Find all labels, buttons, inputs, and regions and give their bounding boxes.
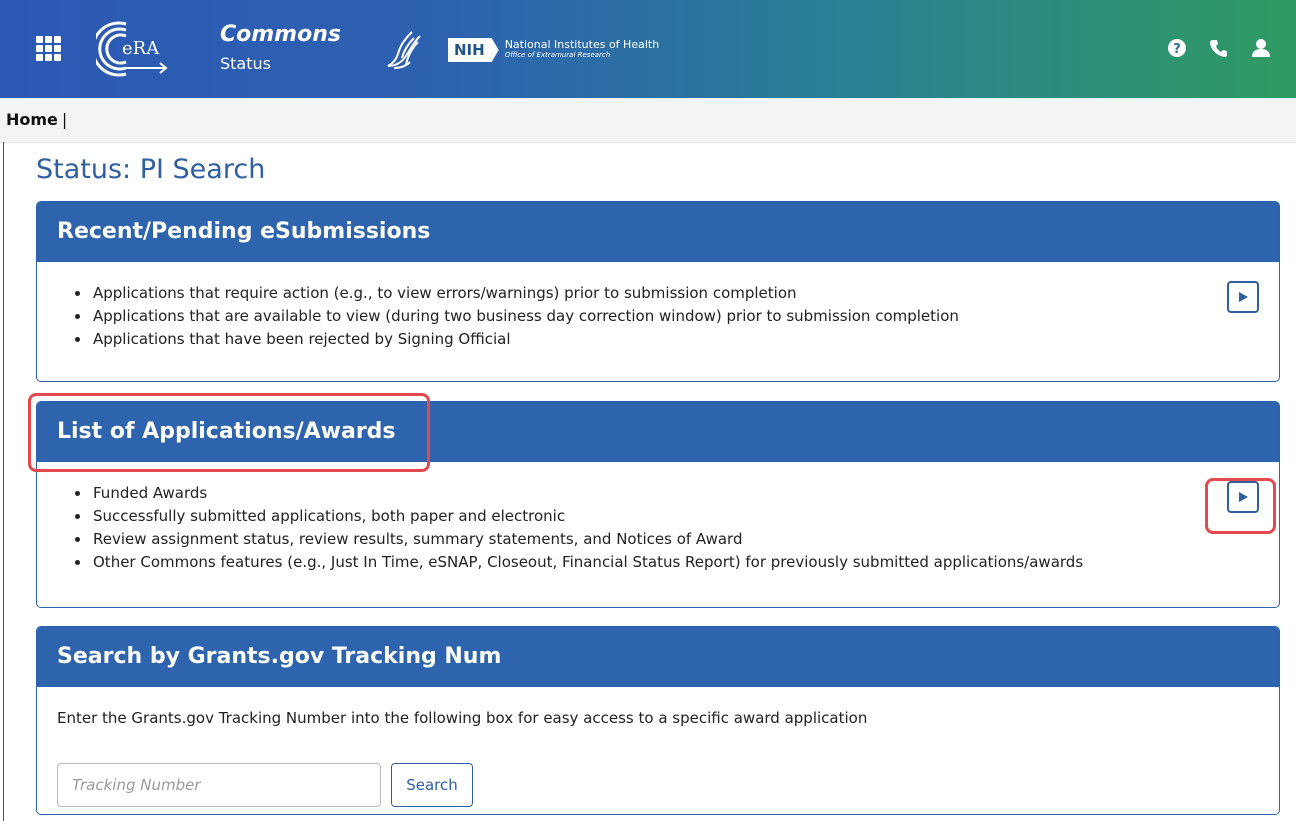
- left-divider: [3, 142, 4, 821]
- recent-pending-card: Recent/Pending eSubmissions Applications…: [36, 201, 1280, 382]
- breadcrumb: Home |: [0, 98, 1296, 143]
- search-button[interactable]: Search: [391, 763, 473, 807]
- nih-text: National Institutes of Health Office of …: [505, 39, 659, 61]
- nih-office: Office of Extramural Research: [504, 51, 611, 59]
- list-item: Funded Awards: [75, 482, 1279, 505]
- svg-text:eRA: eRA: [122, 38, 160, 59]
- breadcrumb-separator: |: [61, 110, 68, 129]
- help-icon[interactable]: ?: [1166, 37, 1188, 59]
- app-name: Commons: [220, 22, 341, 47]
- user-icon[interactable]: [1250, 37, 1272, 59]
- tracking-search-card: Search by Grants.gov Tracking Num Enter …: [36, 626, 1280, 815]
- list-item: Applications that have been rejected by …: [75, 328, 1279, 351]
- app-section: Status: [220, 54, 271, 73]
- nih-badge: NIH: [448, 38, 499, 62]
- apps-grid-icon[interactable]: [36, 36, 62, 62]
- list-item: Successfully submitted applications, bot…: [75, 505, 1279, 528]
- svg-text:?: ?: [1173, 42, 1181, 57]
- open-recent-pending-button[interactable]: [1227, 281, 1259, 313]
- nih-logo[interactable]: NIH National Institutes of Health Office…: [448, 37, 659, 63]
- list-item: Other Commons features (e.g., Just In Ti…: [75, 551, 1279, 574]
- page-title: Status: PI Search: [36, 154, 266, 185]
- list-item: Applications that are available to view …: [75, 305, 1279, 328]
- card-title: Recent/Pending eSubmissions: [37, 202, 1279, 262]
- list-item: Applications that require action (e.g., …: [75, 282, 1279, 305]
- app-title: Commons Status: [220, 22, 341, 73]
- highlight-box-title: [28, 393, 430, 472]
- header-actions: ?: [1166, 37, 1272, 59]
- card-list: Funded Awards Successfully submitted app…: [37, 482, 1279, 574]
- era-logo[interactable]: eRA: [91, 16, 176, 82]
- card-list: Applications that require action (e.g., …: [37, 282, 1279, 351]
- nih-name: National Institutes of Health: [504, 38, 660, 51]
- play-arrow-icon: [1239, 292, 1248, 302]
- list-item: Review assignment status, review results…: [75, 528, 1279, 551]
- search-description: Enter the Grants.gov Tracking Number int…: [57, 709, 868, 727]
- breadcrumb-home[interactable]: Home: [6, 110, 58, 129]
- app-header: eRA Commons Status NIH National Institut…: [0, 0, 1296, 98]
- hhs-eagle-icon: [384, 28, 428, 72]
- card-title: Search by Grants.gov Tracking Num: [37, 627, 1279, 687]
- phone-icon[interactable]: [1208, 37, 1230, 59]
- highlight-box-button: [1205, 478, 1276, 534]
- tracking-number-input[interactable]: [57, 763, 381, 807]
